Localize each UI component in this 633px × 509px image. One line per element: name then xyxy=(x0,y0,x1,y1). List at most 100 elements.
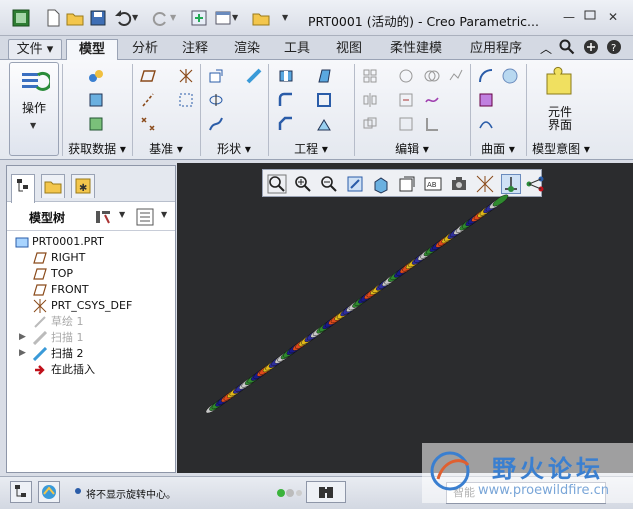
folder-icon[interactable] xyxy=(252,9,270,27)
operate-dropdown-icon[interactable]: ▼ xyxy=(30,121,36,130)
group-shape[interactable]: 形状 ▾ xyxy=(200,140,268,158)
svg-text:✱: ✱ xyxy=(79,183,87,194)
group-surfaces[interactable]: 曲面 ▾ xyxy=(470,140,526,158)
boundary-blend-icon[interactable] xyxy=(478,68,494,84)
open-icon[interactable] xyxy=(66,9,84,27)
tab-analysis[interactable]: 分析 xyxy=(124,39,166,60)
helix-coil-segment xyxy=(492,194,509,207)
group-edit[interactable]: 编辑 ▾ xyxy=(354,140,470,158)
message-bullet-icon xyxy=(75,488,81,494)
redo-dropdown-icon[interactable]: ▼ xyxy=(170,9,188,27)
thicken-icon[interactable] xyxy=(424,116,440,132)
tab-render[interactable]: 渲染 xyxy=(226,39,268,60)
help-icon[interactable]: ? xyxy=(606,39,622,58)
style-icon[interactable] xyxy=(478,116,494,132)
close-icon[interactable]: ✕ xyxy=(605,10,621,24)
datum-axis-icon[interactable] xyxy=(140,92,156,108)
group-engineering[interactable]: 工程 ▾ xyxy=(268,140,354,158)
ribbon-panel: 操作 ▼ 元件 界面 获取数据 ▾ 基准 ▾ 形状 ▾ 工程 ▾ 编辑 ▾ 曲面… xyxy=(0,60,633,160)
app-icon[interactable] xyxy=(12,9,30,27)
round-icon[interactable] xyxy=(278,92,294,108)
extend-icon[interactable] xyxy=(398,92,414,108)
tab-annotate[interactable]: 注释 xyxy=(174,39,216,60)
tree-columns-dropdown-icon[interactable]: ▼ xyxy=(161,210,167,219)
customize-icon[interactable]: ▼ xyxy=(282,9,300,27)
tab-tools[interactable]: 工具 xyxy=(276,39,318,60)
merge-icon[interactable] xyxy=(362,116,378,132)
model-tree-title: 模型树 xyxy=(29,211,66,225)
shell-icon[interactable] xyxy=(316,92,332,108)
copy-geometry-icon[interactable] xyxy=(88,92,104,108)
datum-point-icon[interactable] xyxy=(140,116,156,132)
rib-icon[interactable] xyxy=(316,116,332,132)
restore-icon[interactable] xyxy=(583,10,599,24)
datum-plane-icon[interactable] xyxy=(140,68,156,84)
sweep-icon xyxy=(33,331,47,345)
search-icon[interactable] xyxy=(559,39,575,58)
windows-icon[interactable] xyxy=(214,9,232,27)
expand-sweep-1-icon[interactable]: ▶ xyxy=(19,332,26,342)
group-model-intent[interactable]: 模型意图 ▾ xyxy=(526,140,596,158)
undo-dropdown-icon[interactable]: ▼ xyxy=(132,9,150,27)
project-icon[interactable] xyxy=(424,92,440,108)
offset-icon[interactable] xyxy=(398,116,414,132)
toggle-browser-icon[interactable] xyxy=(38,481,60,503)
new-icon[interactable] xyxy=(44,9,62,27)
tab-model[interactable]: 模型 xyxy=(66,39,118,60)
undo-icon[interactable] xyxy=(114,9,132,27)
title-bar: ▼ ▼ ▼ ▼ PRT0001 (活动的) - Creo Parametric.… xyxy=(0,0,633,36)
intersect-icon[interactable] xyxy=(424,68,440,84)
operate-button[interactable]: 操作 ▼ xyxy=(9,62,59,156)
collapse-ribbon-icon[interactable]: ︿ xyxy=(540,40,552,57)
minimize-icon[interactable]: — xyxy=(561,10,577,24)
trim-icon[interactable] xyxy=(398,68,414,84)
tab-view[interactable]: 视图 xyxy=(328,39,370,60)
freestyle-icon[interactable] xyxy=(502,68,518,84)
regen-status-icon xyxy=(276,487,302,502)
options-icon[interactable] xyxy=(583,39,599,58)
model-tree-tab-icon[interactable] xyxy=(11,174,35,203)
sweep-icon[interactable] xyxy=(208,116,224,132)
expand-sweep-2-icon[interactable]: ▶ xyxy=(19,348,26,358)
tab-file[interactable]: 文件 ▾ xyxy=(8,39,62,60)
graphics-window[interactable]: AB xyxy=(177,163,633,473)
tab-flexible-modeling[interactable]: 柔性建模 xyxy=(380,39,452,60)
user-defined-feature-icon[interactable] xyxy=(88,68,104,84)
fill-icon[interactable] xyxy=(478,92,494,108)
hole-icon[interactable] xyxy=(278,68,294,84)
tree-item-label: 在此插入 xyxy=(51,363,95,376)
windows-dropdown-icon[interactable]: ▼ xyxy=(232,9,250,27)
helix-model[interactable] xyxy=(177,163,633,473)
favorites-tab-icon[interactable]: ✱ xyxy=(71,174,95,198)
tab-applications[interactable]: 应用程序 xyxy=(460,39,532,60)
chamfer-icon[interactable] xyxy=(278,116,294,132)
group-get-data[interactable]: 获取数据 ▾ xyxy=(62,140,132,158)
window-title: PRT0001 (活动的) - Creo Parametric... xyxy=(308,14,539,29)
redo-icon[interactable] xyxy=(152,9,170,27)
draft-icon[interactable] xyxy=(316,68,332,84)
regenerate-icon[interactable] xyxy=(190,9,208,27)
revolve-icon[interactable] xyxy=(208,92,224,108)
extrude-icon[interactable] xyxy=(208,68,224,84)
mirror-icon[interactable] xyxy=(362,92,378,108)
toggle-navigator-icon[interactable] xyxy=(10,481,32,503)
shrinkwrap-icon[interactable] xyxy=(88,116,104,132)
tree-settings-icon[interactable] xyxy=(93,207,113,230)
solidify-icon[interactable] xyxy=(448,68,464,84)
watermark: 野火论坛 www.proewildfire.cn xyxy=(422,443,633,503)
tree-columns-icon[interactable] xyxy=(135,207,155,230)
swept-blend-icon[interactable] xyxy=(246,68,262,84)
pattern-icon[interactable] xyxy=(362,68,378,84)
tree-item-label: 草绘 1 xyxy=(51,315,84,328)
folder-browser-tab-icon[interactable] xyxy=(41,174,65,198)
plane-icon xyxy=(33,284,47,296)
model-tree-header: 模型树 ▼ ▼ xyxy=(7,203,175,231)
tree-settings-dropdown-icon[interactable]: ▼ xyxy=(119,210,125,219)
save-icon[interactable] xyxy=(89,9,107,27)
sketch-icon[interactable] xyxy=(178,92,194,108)
find-icon[interactable] xyxy=(306,481,346,503)
csys-icon[interactable] xyxy=(178,68,194,84)
tree-item-label: PRT0001.PRT xyxy=(32,235,104,248)
group-datum[interactable]: 基准 ▾ xyxy=(132,140,200,158)
component-interface-button[interactable]: 元件 界面 xyxy=(536,66,584,136)
